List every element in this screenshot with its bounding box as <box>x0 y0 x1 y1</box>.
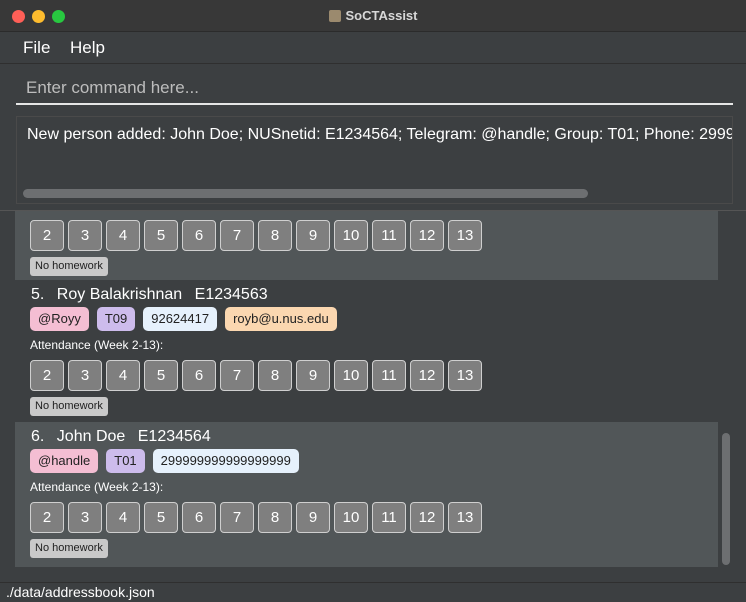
person-nusnet-id: E1234564 <box>137 428 211 445</box>
week-box[interactable]: 5 <box>144 220 178 251</box>
week-box[interactable]: 9 <box>296 220 330 251</box>
result-horizontal-scrollbar[interactable] <box>23 189 725 198</box>
person-header: 6. John Doe E1234564 <box>31 428 219 446</box>
person-tags: @handle T01 299999999999999999 <box>30 449 307 473</box>
week-box[interactable]: 2 <box>30 220 64 251</box>
app-icon <box>328 10 341 22</box>
window-title-text: SoCTAssist <box>345 8 418 23</box>
week-box[interactable]: 12 <box>410 220 444 251</box>
person-card[interactable]: 2 3 4 5 6 7 8 9 10 11 12 13 No homework <box>15 211 718 285</box>
week-box[interactable]: 6 <box>182 220 216 251</box>
attendance-weeks: 2 3 4 5 6 7 8 9 10 11 12 13 <box>30 360 486 391</box>
week-box[interactable]: 13 <box>448 502 482 533</box>
result-scrollbar-thumb[interactable] <box>23 189 588 198</box>
week-box[interactable]: 3 <box>68 502 102 533</box>
week-box[interactable]: 11 <box>372 360 406 391</box>
week-box[interactable]: 12 <box>410 360 444 391</box>
email-tag: royb@u.nus.edu <box>225 307 337 331</box>
command-input[interactable] <box>16 72 733 105</box>
homework-badge: No homework <box>30 397 108 416</box>
week-box[interactable]: 13 <box>448 220 482 251</box>
week-box[interactable]: 11 <box>372 502 406 533</box>
week-box[interactable]: 5 <box>144 360 178 391</box>
week-box[interactable]: 4 <box>106 220 140 251</box>
status-bar: ./data/addressbook.json <box>0 582 746 602</box>
person-list: 2 3 4 5 6 7 8 9 10 11 12 13 No homework 5. Roy Bala… <box>0 211 746 582</box>
week-box[interactable]: 9 <box>296 360 330 391</box>
week-box[interactable]: 8 <box>258 220 292 251</box>
person-tags: @Royy T09 92624417 royb@u.nus.edu <box>30 307 345 331</box>
week-box[interactable]: 10 <box>334 220 368 251</box>
person-header: 5. Roy Balakrishnan E1234563 <box>31 286 276 304</box>
person-card[interactable]: 6. John Doe E1234564 @handle T01 299999999… <box>15 422 718 567</box>
result-text: New person added: John Doe; NUSnetid: E1… <box>27 126 733 143</box>
menu-file[interactable]: File <box>23 38 50 58</box>
week-box[interactable]: 10 <box>334 360 368 391</box>
week-box[interactable]: 13 <box>448 360 482 391</box>
week-box[interactable]: 4 <box>106 360 140 391</box>
person-index: 6. <box>31 428 45 445</box>
window-title: SoCTAssist <box>0 8 746 23</box>
week-box[interactable]: 7 <box>220 502 254 533</box>
week-box[interactable]: 5 <box>144 502 178 533</box>
telegram-tag: @Royy <box>30 307 89 331</box>
command-box <box>0 63 746 111</box>
week-box[interactable]: 2 <box>30 502 64 533</box>
phone-tag: 299999999999999999 <box>152 449 299 473</box>
person-name: John Doe <box>56 428 126 445</box>
title-bar: SoCTAssist <box>0 0 746 32</box>
telegram-tag: @handle <box>30 449 99 473</box>
data-file-path: ./data/addressbook.json <box>6 584 155 600</box>
attendance-label: Attendance (Week 2-13): <box>30 338 164 352</box>
person-card[interactable]: 5. Roy Balakrishnan E1234563 @Royy T09 926… <box>15 280 718 425</box>
attendance-label: Attendance (Week 2-13): <box>30 480 164 494</box>
app-window: SoCTAssist File Help New person added: J… <box>0 0 746 602</box>
week-box[interactable]: 10 <box>334 502 368 533</box>
person-nusnet-id: E1234563 <box>194 286 268 303</box>
attendance-weeks: 2 3 4 5 6 7 8 9 10 11 12 13 <box>30 502 486 533</box>
group-tag: T01 <box>106 449 145 473</box>
week-box[interactable]: 7 <box>220 220 254 251</box>
group-tag: T09 <box>96 307 136 331</box>
week-box[interactable]: 11 <box>372 220 406 251</box>
week-box[interactable]: 8 <box>258 502 292 533</box>
menu-bar: File Help <box>0 33 746 63</box>
week-box[interactable]: 3 <box>68 220 102 251</box>
week-box[interactable]: 9 <box>296 502 330 533</box>
homework-badge: No homework <box>30 539 108 558</box>
week-box[interactable]: 6 <box>182 360 216 391</box>
result-display: New person added: John Doe; NUSnetid: E1… <box>16 116 733 204</box>
list-vertical-scrollbar[interactable] <box>722 433 730 565</box>
menu-help[interactable]: Help <box>70 38 105 58</box>
person-index: 5. <box>31 286 45 303</box>
week-box[interactable]: 3 <box>68 360 102 391</box>
person-name: Roy Balakrishnan <box>56 286 183 303</box>
week-box[interactable]: 12 <box>410 502 444 533</box>
homework-badge: No homework <box>30 257 108 276</box>
week-box[interactable]: 4 <box>106 502 140 533</box>
week-box[interactable]: 2 <box>30 360 64 391</box>
week-box[interactable]: 6 <box>182 502 216 533</box>
attendance-weeks: 2 3 4 5 6 7 8 9 10 11 12 13 <box>30 220 486 251</box>
week-box[interactable]: 8 <box>258 360 292 391</box>
phone-tag: 92624417 <box>143 307 218 331</box>
week-box[interactable]: 7 <box>220 360 254 391</box>
